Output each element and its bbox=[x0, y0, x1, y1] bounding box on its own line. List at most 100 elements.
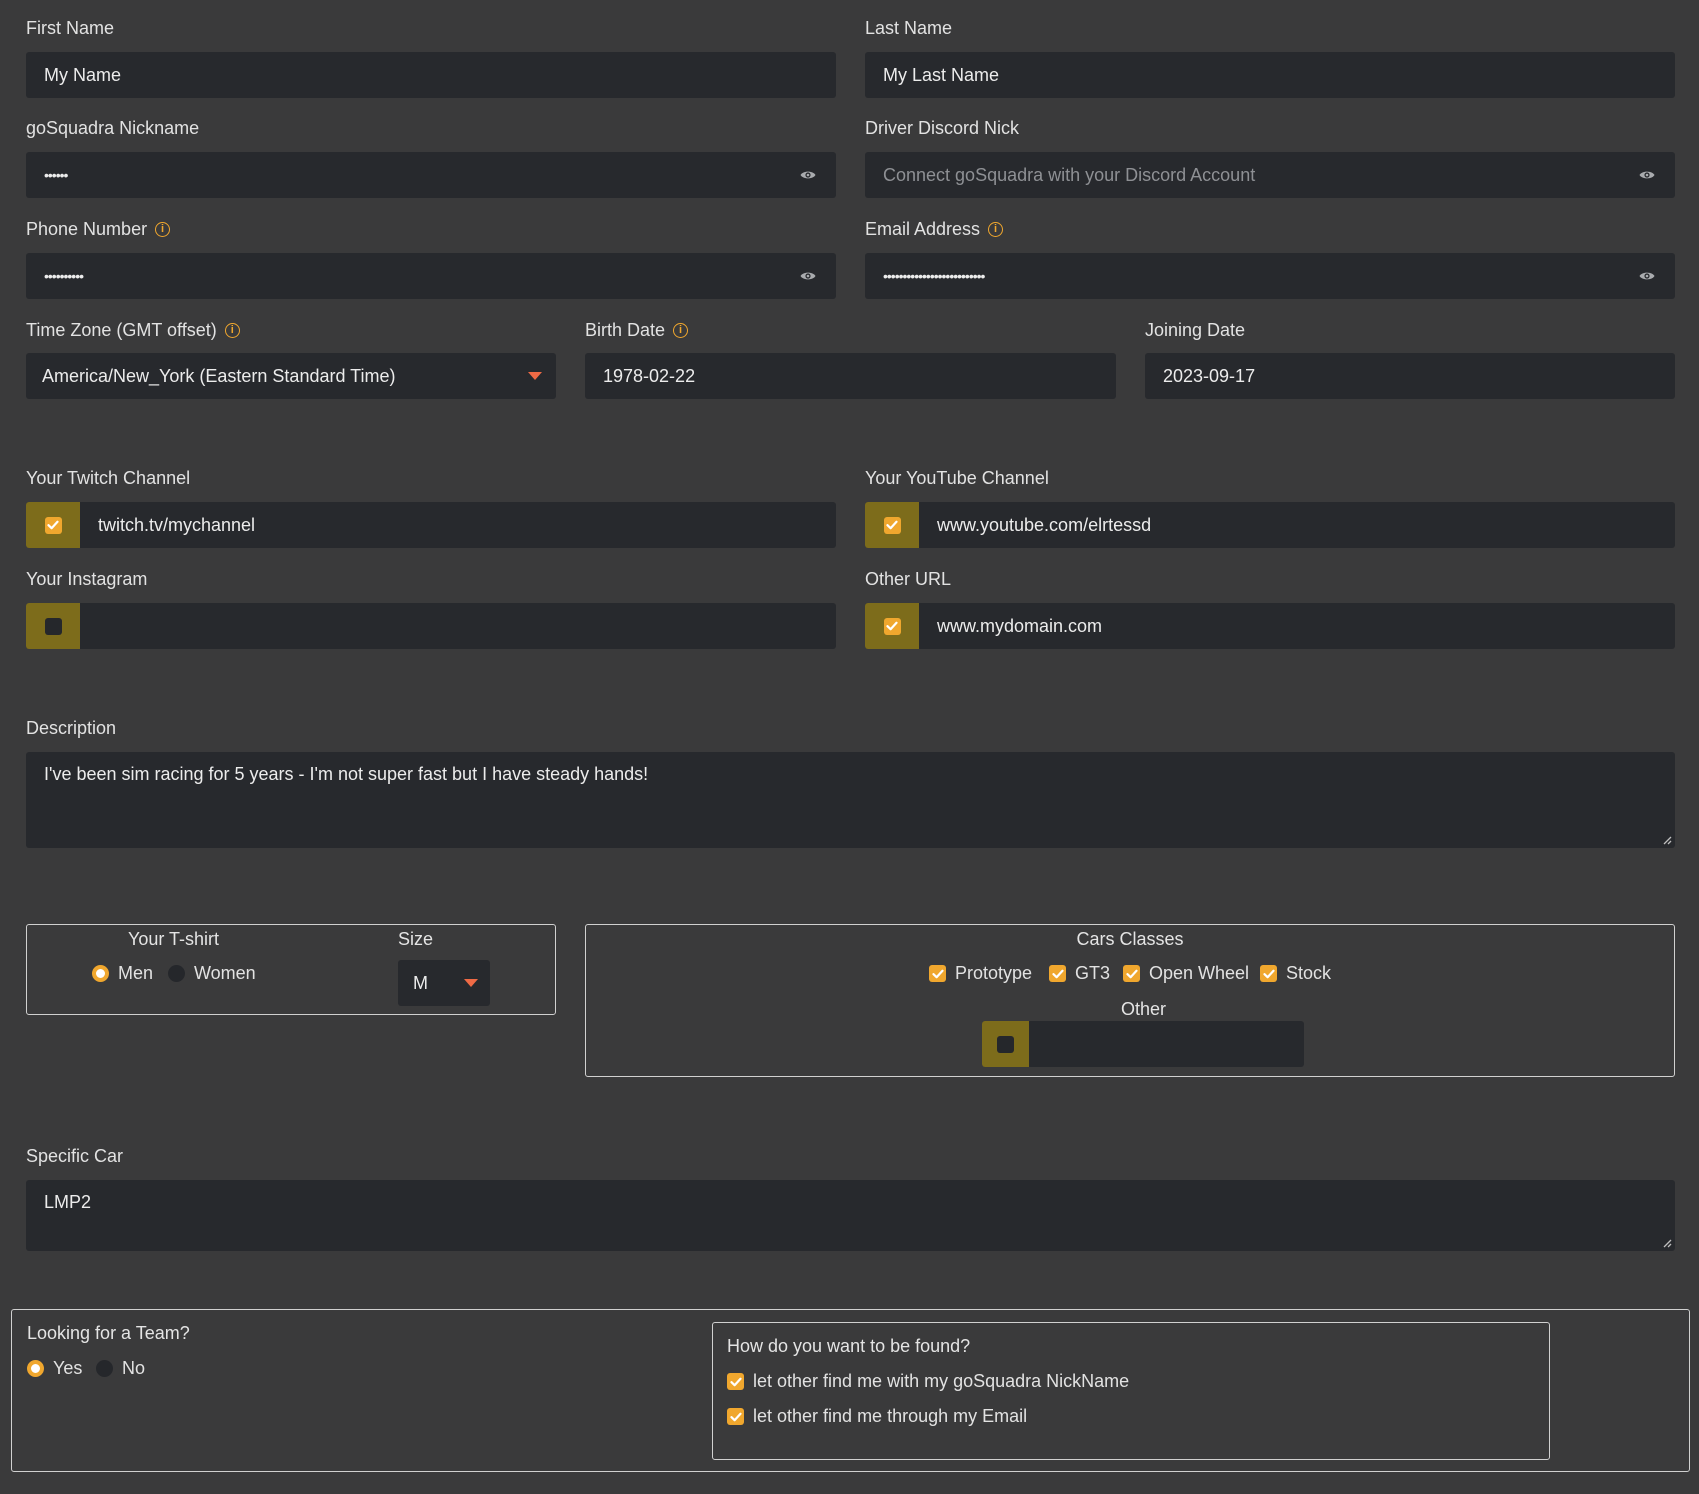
timezone-label-text: Time Zone (GMT offset) bbox=[26, 320, 217, 340]
eye-icon[interactable] bbox=[1639, 170, 1655, 181]
class-open-wheel-label: Open Wheel bbox=[1149, 963, 1250, 983]
car-classes-panel: Cars Classes Prototype GT3 Open Wheel St… bbox=[585, 924, 1675, 1077]
eye-icon[interactable] bbox=[800, 170, 816, 181]
description-value: I've been sim racing for 5 years - I'm n… bbox=[44, 764, 649, 784]
eye-icon[interactable] bbox=[1639, 271, 1655, 282]
instagram-label: Your Instagram bbox=[26, 569, 148, 589]
timezone-label: Time Zone (GMT offset) i bbox=[26, 320, 240, 341]
team-title: Looking for a Team? bbox=[27, 1323, 190, 1343]
birth-date-label-text: Birth Date bbox=[585, 320, 666, 340]
radio-no-label: No bbox=[122, 1358, 146, 1378]
tshirt-title: Your T-shirt bbox=[128, 929, 220, 949]
tshirt-panel: Your T-shirt Men Women Size M bbox=[26, 924, 556, 1015]
other-url-label: Other URL bbox=[865, 569, 952, 589]
size-select[interactable]: M bbox=[398, 960, 490, 1006]
found-by-nickname[interactable]: let other find me with my goSquadra Nick… bbox=[727, 1371, 1129, 1392]
checkbox[interactable] bbox=[997, 1035, 1014, 1053]
checkbox[interactable] bbox=[1049, 965, 1066, 982]
checkbox[interactable] bbox=[883, 516, 901, 534]
specific-car-label: Specific Car bbox=[26, 1146, 124, 1166]
found-title: How do you want to be found? bbox=[727, 1336, 971, 1356]
discord-label: Driver Discord Nick bbox=[865, 118, 1020, 138]
checkbox[interactable] bbox=[44, 617, 62, 635]
phone-label-text: Phone Number bbox=[26, 219, 148, 239]
birth-date-input[interactable]: 1978-02-22 bbox=[585, 353, 1116, 399]
checkbox[interactable] bbox=[727, 1408, 744, 1425]
nickname-input[interactable]: •••••• bbox=[26, 152, 836, 198]
twitch-input[interactable]: twitch.tv/mychannel bbox=[26, 502, 836, 548]
checkbox[interactable] bbox=[929, 965, 946, 982]
class-gt3-label: GT3 bbox=[1075, 963, 1111, 983]
specific-car-textarea[interactable]: LMP2 bbox=[26, 1180, 1675, 1251]
info-icon[interactable]: i bbox=[673, 323, 689, 338]
class-gt3[interactable]: GT3 bbox=[1049, 963, 1110, 984]
other-class-input[interactable] bbox=[982, 1021, 1304, 1067]
discord-input[interactable]: Connect goSquadra with your Discord Acco… bbox=[865, 152, 1675, 198]
other-class-toggle[interactable] bbox=[982, 1021, 1029, 1067]
checkbox[interactable] bbox=[883, 617, 901, 635]
checkbox[interactable] bbox=[1260, 965, 1277, 982]
first-name-input[interactable]: My Name bbox=[26, 52, 836, 98]
class-stock[interactable]: Stock bbox=[1260, 963, 1331, 984]
checkbox[interactable] bbox=[1123, 965, 1140, 982]
radio-no[interactable]: No bbox=[96, 1358, 145, 1379]
chevron-down-icon bbox=[464, 979, 478, 987]
found-by-email[interactable]: let other find me through my Email bbox=[727, 1406, 1027, 1427]
nickname-value: •••••• bbox=[44, 167, 68, 183]
last-name-input[interactable]: My Last Name bbox=[865, 52, 1675, 98]
checkbox[interactable] bbox=[727, 1373, 744, 1390]
other-url-value: www.mydomain.com bbox=[937, 615, 1103, 636]
youtube-value: www.youtube.com/elrtessd bbox=[937, 514, 1152, 535]
email-label: Email Address i bbox=[865, 219, 1004, 240]
class-stock-label: Stock bbox=[1286, 963, 1332, 983]
radio-men[interactable]: Men bbox=[92, 963, 153, 984]
nickname-label: goSquadra Nickname bbox=[26, 118, 200, 138]
youtube-toggle[interactable] bbox=[865, 502, 919, 548]
last-name-value: My Last Name bbox=[883, 64, 1000, 85]
instagram-toggle[interactable] bbox=[26, 603, 80, 649]
birth-date-label: Birth Date i bbox=[585, 320, 689, 341]
joining-date-input[interactable]: 2023-09-17 bbox=[1145, 353, 1675, 399]
class-open-wheel[interactable]: Open Wheel bbox=[1123, 963, 1249, 984]
youtube-input[interactable]: www.youtube.com/elrtessd bbox=[865, 502, 1675, 548]
radio-button[interactable] bbox=[96, 1360, 113, 1377]
radio-yes-label: Yes bbox=[53, 1358, 83, 1378]
car-classes-title: Cars Classes bbox=[1076, 929, 1184, 949]
first-name-value: My Name bbox=[44, 64, 122, 85]
radio-button[interactable] bbox=[27, 1360, 44, 1377]
resize-handle-icon[interactable] bbox=[1662, 1238, 1672, 1248]
email-value: •••••••••••••••••••••••••• bbox=[883, 268, 985, 284]
chevron-down-icon bbox=[528, 372, 542, 380]
radio-men-label: Men bbox=[118, 963, 154, 983]
birth-date-value: 1978-02-22 bbox=[603, 365, 696, 386]
info-icon[interactable]: i bbox=[224, 323, 240, 338]
class-prototype-label: Prototype bbox=[955, 963, 1033, 983]
phone-input[interactable]: •••••••••• bbox=[26, 253, 836, 299]
youtube-label: Your YouTube Channel bbox=[865, 468, 1049, 488]
discord-placeholder: Connect goSquadra with your Discord Acco… bbox=[883, 164, 1256, 185]
phone-label: Phone Number i bbox=[26, 219, 171, 240]
joining-date-label: Joining Date bbox=[1145, 320, 1246, 340]
resize-handle-icon[interactable] bbox=[1662, 835, 1672, 845]
size-label: Size bbox=[398, 929, 434, 949]
timezone-select[interactable]: America/New_York (Eastern Standard Time) bbox=[26, 353, 556, 399]
team-panel: Looking for a Team? Yes No How do you wa… bbox=[11, 1309, 1690, 1472]
radio-yes[interactable]: Yes bbox=[27, 1358, 82, 1379]
checkbox[interactable] bbox=[44, 516, 62, 534]
radio-button[interactable] bbox=[168, 965, 185, 982]
radio-button[interactable] bbox=[92, 965, 109, 982]
email-input[interactable]: •••••••••••••••••••••••••• bbox=[865, 253, 1675, 299]
twitch-toggle[interactable] bbox=[26, 502, 80, 548]
class-prototype[interactable]: Prototype bbox=[929, 963, 1032, 984]
radio-women[interactable]: Women bbox=[168, 963, 256, 984]
info-icon[interactable]: i bbox=[155, 222, 171, 237]
info-icon[interactable]: i bbox=[988, 222, 1004, 237]
size-value: M bbox=[413, 972, 428, 993]
timezone-value: America/New_York (Eastern Standard Time) bbox=[42, 365, 396, 386]
other-url-input[interactable]: www.mydomain.com bbox=[865, 603, 1675, 649]
joining-date-value: 2023-09-17 bbox=[1163, 365, 1256, 386]
instagram-input[interactable] bbox=[26, 603, 836, 649]
eye-icon[interactable] bbox=[800, 271, 816, 282]
description-textarea[interactable]: I've been sim racing for 5 years - I'm n… bbox=[26, 752, 1675, 848]
other-url-toggle[interactable] bbox=[865, 603, 919, 649]
